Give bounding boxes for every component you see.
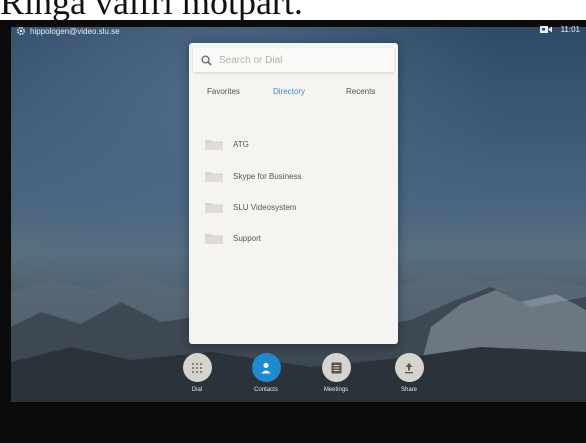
contacts-button[interactable]: Contacts [236, 353, 296, 393]
search-bar[interactable] [193, 48, 394, 72]
dial-button-circle [182, 353, 212, 382]
bottom-dock: Dial Contacts Meetings Share [0, 353, 586, 403]
calendar-icon [331, 362, 341, 373]
contacts-button-circle [251, 353, 281, 382]
contacts-label: Contacts [254, 387, 278, 393]
directory-item-label: ATG [233, 139, 249, 149]
directory-item-skype-for-business[interactable]: Skype for Business [205, 168, 385, 184]
account-address: hippologen@video.slu.se [30, 26, 120, 36]
directory-item-label: SLU Videosystem [233, 202, 297, 212]
meetings-button[interactable]: Meetings [306, 353, 366, 393]
directory-item-slu-videosystem[interactable]: SLU Videosystem [205, 199, 385, 215]
person-icon [261, 362, 271, 373]
tab-recents[interactable]: Recents [346, 87, 375, 96]
search-icon [201, 54, 212, 66]
tab-directory[interactable]: Directory [273, 87, 305, 96]
folder-icon [205, 202, 223, 213]
contacts-panel: Favorites Directory Recents ATG Skype fo… [189, 43, 398, 344]
status-bar-left: hippologen@video.slu.se [16, 26, 120, 36]
clock: 11:01 [560, 25, 580, 34]
dial-label: Dial [191, 387, 203, 393]
status-bar-right: 11:01 [539, 25, 580, 34]
directory-item-label: Skype for Business [233, 171, 302, 181]
folder-icon [205, 171, 223, 182]
search-input[interactable] [217, 53, 381, 67]
share-label: Share [400, 387, 417, 393]
upload-icon [405, 362, 413, 373]
camera-icon[interactable] [539, 25, 552, 34]
tab-favorites[interactable]: Favorites [207, 87, 240, 96]
share-button-circle [394, 353, 424, 382]
dialpad-icon [192, 362, 202, 373]
directory-item-atg[interactable]: ATG [205, 136, 385, 152]
meetings-label: Meetings [323, 387, 349, 393]
contact-tabs: Favorites Directory Recents [189, 87, 398, 101]
caption-text: Ringa valfri motpart. [0, 0, 303, 22]
meetings-button-circle [321, 353, 351, 382]
folder-icon [205, 139, 223, 150]
share-button[interactable]: Share [379, 353, 439, 393]
directory-item-label: Support [233, 233, 262, 243]
directory-item-support[interactable]: Support [205, 230, 385, 246]
gear-icon[interactable] [16, 26, 26, 36]
dial-button[interactable]: Dial [167, 353, 227, 393]
folder-icon [205, 233, 223, 244]
